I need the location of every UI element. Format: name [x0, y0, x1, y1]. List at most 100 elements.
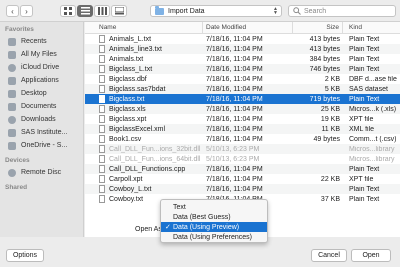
sidebar-item-icloud-drive[interactable]: iCloud Drive [0, 61, 83, 74]
file-icon [99, 125, 105, 133]
kind-cell: XML file [349, 125, 375, 133]
table-row[interactable]: Animals_L.txt 7/18/16, 11:04 PM 413 bytes P… [85, 34, 400, 44]
folder-path-label: Import Data [168, 7, 205, 15]
table-row[interactable]: Bigclass.sas7bdat 7/18/16, 11:04 PM 5 KB SA… [85, 84, 400, 94]
menu-item-label: Data (Using Preview) [173, 223, 240, 231]
sidebar-item-applications[interactable]: Applications [0, 74, 83, 87]
list-view-button[interactable] [77, 5, 93, 17]
table-row[interactable]: Bigclass.xls 7/18/16, 11:04 PM 25 KB Micros… [85, 104, 400, 114]
cloud-icon [8, 63, 16, 72]
file-icon [99, 135, 105, 143]
sidebar-item-label: Downloads [21, 116, 56, 123]
file-name-text: Bigclass.dbf [109, 75, 147, 83]
column-header-date[interactable]: Date Modified [203, 22, 293, 33]
columns-icon [97, 7, 107, 15]
column-header-kind[interactable]: Kind [343, 22, 400, 33]
options-button[interactable]: Options [6, 249, 44, 262]
file-icon [99, 185, 105, 193]
sidebar-item-sas-institute[interactable]: SAS Institute... [0, 126, 83, 139]
sidebar-item-label: Documents [21, 103, 57, 110]
sidebar-item-onedrive[interactable]: OneDrive - S... [0, 139, 83, 152]
cancel-button[interactable]: Cancel [311, 249, 347, 262]
kind-cell: Micros...k (.xls) [349, 105, 397, 113]
file-name-text: Animals_L.txt [109, 35, 152, 43]
date-modified-cell: 7/18/16, 11:04 PM [206, 65, 263, 73]
table-row[interactable]: Book1.csv 7/18/16, 11:04 PM 49 bytes Comm..… [85, 134, 400, 144]
search-placeholder: Search [304, 7, 327, 15]
table-row[interactable]: Call_DLL_Functions.cpp 7/18/16, 11:04 PM P… [85, 164, 400, 174]
folder-path-popup[interactable]: Import Data ▲ ▼ [150, 5, 282, 17]
file-icon [99, 45, 105, 53]
table-row[interactable]: Animals_line3.txt 7/18/16, 11:04 PM 413 by… [85, 44, 400, 54]
date-modified-cell: 7/18/16, 11:04 PM [206, 45, 263, 53]
kind-cell: Plain Text [349, 55, 380, 63]
sidebar-item-all-my-files[interactable]: All My Files [0, 48, 83, 61]
table-row[interactable]: Bigclass.dbf 7/18/16, 11:04 PM 2 KB DBF d..… [85, 74, 400, 84]
menu-item-best-guess[interactable]: Data (Best Guess) [161, 212, 267, 222]
kind-cell: DBF d...ase file [349, 75, 397, 83]
menu-item-text[interactable]: Text [161, 202, 267, 212]
size-cell: 11 KB [321, 125, 340, 133]
kind-cell: XPT file [349, 115, 374, 123]
menu-item-using-preferences[interactable]: Data (Using Preferences) [161, 232, 267, 242]
table-row[interactable]: Animals.txt 7/18/16, 11:04 PM 384 bytes Pla… [85, 54, 400, 64]
file-name-cell: Call_DLL_Functions.cpp [85, 165, 203, 173]
sidebar-item-label: iCloud Drive [21, 64, 60, 71]
date-modified-cell: 5/10/13, 6:23 PM [206, 155, 260, 163]
open-button[interactable]: Open [351, 249, 391, 262]
table-row[interactable]: Bigclass.xpt 7/18/16, 11:04 PM 19 KB XPT fi… [85, 114, 400, 124]
column-header-size[interactable]: Size [293, 22, 343, 33]
table-row[interactable]: Bigclass.txt 7/18/16, 11:04 PM 719 bytes Pl… [85, 94, 400, 104]
table-row[interactable]: Carpoll.xpt 7/18/16, 11:04 PM 22 KB XPT fil… [85, 174, 400, 184]
download-icon [8, 115, 16, 124]
forward-button[interactable]: › [20, 5, 33, 17]
kind-cell: Plain Text [349, 195, 380, 203]
file-icon [99, 95, 105, 103]
chevron-right-icon: › [25, 6, 28, 16]
size-cell: 19 KB [320, 115, 340, 123]
file-name-cell: Bigclass.txt [85, 95, 203, 103]
table-row[interactable]: Cowboy_L.txt 7/18/16, 11:04 PM Plain Text [85, 184, 400, 194]
shared-header: Shared [5, 184, 28, 191]
sidebar-item-documents[interactable]: Documents [0, 100, 83, 113]
file-name-cell: Bigclass.dbf [85, 75, 203, 83]
file-icon [99, 155, 105, 163]
file-name-text: Cowboy_L.txt [109, 185, 152, 193]
table-row[interactable]: Call_DLL_Fun...ions_32bit.dll 5/10/13, 6:… [85, 144, 400, 154]
sidebar-item-remote-disc[interactable]: Remote Disc [0, 166, 83, 179]
file-name-text: Call_DLL_Fun...ions_32bit.dll [109, 145, 201, 153]
file-name-cell: Book1.csv [85, 135, 203, 143]
sidebar-item-desktop[interactable]: Desktop [0, 87, 83, 100]
kind-cell: Micros...library [349, 155, 395, 163]
date-modified-cell: 7/18/16, 11:04 PM [206, 85, 263, 93]
cover-flow-button[interactable] [111, 5, 127, 17]
table-row[interactable]: BigclassExcel.xml 7/18/16, 11:04 PM 11 KB X… [85, 124, 400, 134]
column-header-name[interactable]: Name [85, 22, 203, 33]
column-view-button[interactable] [94, 5, 110, 17]
file-name-cell: Animals_line3.txt [85, 45, 203, 53]
search-field[interactable]: Search [288, 5, 396, 17]
icon-view-button[interactable] [60, 5, 76, 17]
file-name-text: Call_DLL_Functions.cpp [109, 165, 186, 173]
sidebar-item-label: Desktop [21, 90, 47, 97]
table-row[interactable]: Call_DLL_Fun...ions_64bit.dll 5/10/13, 6:… [85, 154, 400, 164]
open-as-menu[interactable]: Text Data (Best Guess) ✓ Data (Using Prev… [160, 199, 268, 243]
open-as-label: Open As [135, 226, 162, 233]
kind-cell: Plain Text [349, 185, 380, 193]
sidebar-item-label: Applications [21, 77, 59, 84]
disc-icon [8, 168, 16, 177]
sidebar-item-downloads[interactable]: Downloads [0, 113, 83, 126]
file-name-cell: BigclassExcel.xml [85, 125, 203, 133]
toolbar: ‹ › Import Data ▲ ▼ Search [0, 0, 400, 22]
kind-cell: Micros...library [349, 145, 395, 153]
menu-item-label: Data (Using Preferences) [173, 233, 252, 241]
table-row[interactable]: Bigclass_L.txt 7/18/16, 11:04 PM 746 bytes… [85, 64, 400, 74]
file-icon [99, 65, 105, 73]
back-button[interactable]: ‹ [6, 5, 19, 17]
file-name-text: Bigclass.sas7bdat [109, 85, 166, 93]
file-name-cell: Cowboy_L.txt [85, 185, 203, 193]
menu-item-using-preview[interactable]: ✓ Data (Using Preview) [161, 222, 267, 232]
sidebar-item-recents[interactable]: Recents [0, 35, 83, 48]
list-icon [80, 7, 90, 15]
file-name-text: Book1.csv [109, 135, 142, 143]
